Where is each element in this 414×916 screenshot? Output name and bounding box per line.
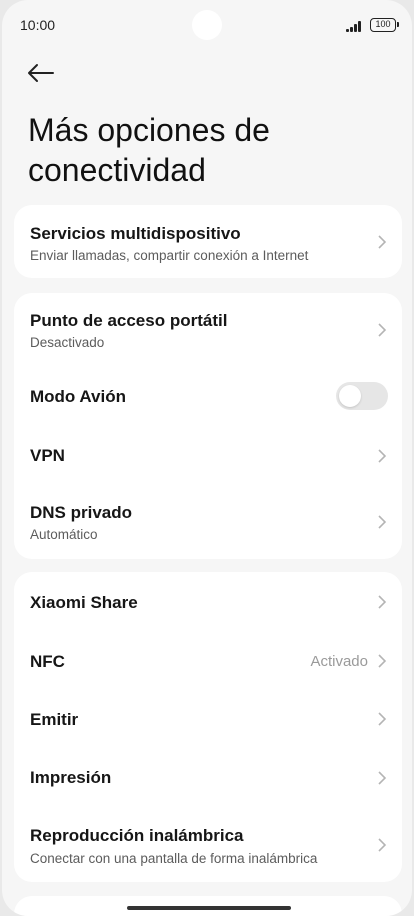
list-item-title: Emitir [30,710,79,729]
list-item-subtitle: Conectar con una pantalla de forma inalá… [30,851,318,866]
list-item-dns-privado[interactable]: DNS privado Automático [14,485,402,559]
settings-group-network: Punto de acceso portátil Desactivado Mod… [14,293,402,559]
list-item-title: Modo Avión [30,387,126,406]
home-indicator[interactable] [127,906,291,910]
chevron-right-icon [378,515,387,529]
list-item-title: Punto de acceso portátil [30,311,228,330]
back-arrow-icon [28,64,54,82]
toggle-knob [339,385,361,407]
nfc-status-value: Activado [310,653,368,670]
page-title: Más opciones de conectividad [28,112,270,188]
list-item-title: DNS privado [30,503,133,522]
screen: 10:00 100 Más opciones de conectividad S… [2,0,412,916]
chevron-right-icon [378,595,387,609]
status-time: 10:00 [20,17,56,33]
list-item-title: Impresión [30,768,112,787]
list-item-reproduccion-inalambrica[interactable]: Reproducción inalámbrica Conectar con un… [14,808,402,882]
chevron-right-icon [378,235,387,249]
battery-icon: 100 [370,18,399,32]
status-bar: 10:00 100 [2,0,412,50]
list-item-nfc[interactable]: NFC Activado [14,632,402,690]
list-item-modo-avion[interactable]: Modo Avión [14,365,402,427]
list-item-subtitle: Automático [30,527,98,542]
list-item-title: Servicios multidispositivo [30,224,241,243]
back-button[interactable] [24,56,60,90]
chevron-right-icon [378,323,387,337]
settings-group-multidevice: Servicios multidispositivo Enviar llamad… [14,205,402,278]
chevron-right-icon [378,771,387,785]
list-item-subtitle: Enviar llamadas, compartir conexión a In… [30,248,309,263]
list-item-impresion[interactable]: Impresión [14,748,402,808]
chevron-right-icon [378,712,387,726]
list-item-servicios-multidispositivo[interactable]: Servicios multidispositivo Enviar llamad… [14,205,402,278]
list-item-punto-de-acceso[interactable]: Punto de acceso portátil Desactivado [14,293,402,365]
list-item-vpn[interactable]: VPN [14,427,402,485]
list-item-emitir[interactable]: Emitir [14,690,402,748]
front-camera [192,10,222,40]
list-item-title: NFC [30,652,65,671]
list-item-xiaomi-share[interactable]: Xiaomi Share [14,572,402,632]
signal-icon [346,20,364,32]
chevron-right-icon [378,654,387,668]
chevron-right-icon [378,449,387,463]
list-item-title: VPN [30,446,65,465]
list-item-title: Xiaomi Share [30,593,138,612]
list-item-subtitle: Desactivado [30,335,105,350]
battery-level: 100 [375,19,391,29]
list-item-title: Reproducción inalámbrica [30,826,244,845]
settings-group-sharing: Xiaomi Share NFC Activado Emitir Impresi… [14,572,402,882]
airplane-mode-toggle[interactable] [336,382,388,410]
chevron-right-icon [378,838,387,852]
